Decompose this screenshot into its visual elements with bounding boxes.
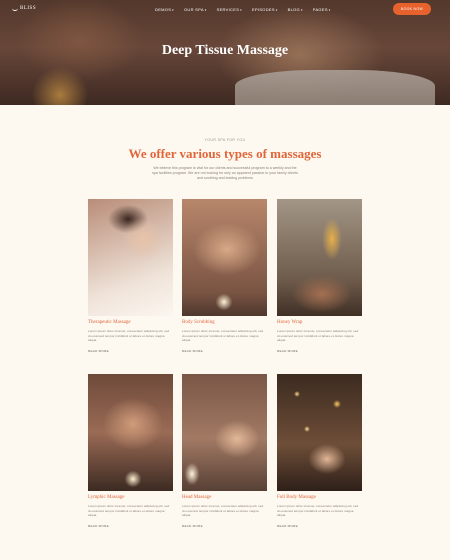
nav-item-demos[interactable]: DEMOS ▾: [155, 7, 174, 12]
service-card[interactable]: Honey Wrap Lorem ipsum dolor sit amet, c…: [277, 199, 362, 353]
service-photo[interactable]: [88, 374, 173, 491]
nav-label: BLOG: [287, 7, 300, 12]
nav-item-our-spa[interactable]: OUR SPA ▾: [184, 7, 207, 12]
service-description: Lorem ipsum dolor sit amet, consectetur …: [88, 504, 170, 517]
chevron-down-icon: ▾: [204, 7, 207, 12]
service-description: Lorem ipsum dolor sit amet, consectetur …: [277, 329, 359, 342]
nav-item-episodes[interactable]: EPISODES ▾: [252, 7, 278, 12]
chevron-down-icon: ▾: [240, 7, 242, 12]
service-name[interactable]: Honey Wrap: [277, 320, 302, 325]
service-name[interactable]: Head Massage: [182, 495, 211, 500]
service-name[interactable]: Therapeutic Massage: [88, 320, 131, 325]
nav-label: DEMOS: [155, 7, 172, 12]
main-nav: DEMOS ▾ OUR SPA ▾ SERVICES ▾ EPISODES ▾ BLOG…: [155, 7, 331, 12]
service-card[interactable]: Therapeutic Massage Lorem ipsum dolor si…: [88, 199, 173, 353]
service-description: Lorem ipsum dolor sit amet, consectetur …: [88, 329, 170, 342]
read-more-link[interactable]: READ MORE: [182, 349, 203, 353]
read-more-link[interactable]: READ MORE: [182, 524, 203, 528]
section-description: We believe this program is vital for our…: [152, 166, 298, 180]
service-photo[interactable]: [88, 199, 173, 316]
service-card[interactable]: Full Body Massage Lorem ipsum dolor sit …: [277, 374, 362, 528]
service-name[interactable]: Lymphic Massage: [88, 495, 125, 500]
service-description: Lorem ipsum dolor sit amet, consectetur …: [182, 504, 264, 517]
nav-item-blog[interactable]: BLOG ▾: [288, 7, 303, 12]
service-description: Lorem ipsum dolor sit amet, consectetur …: [182, 329, 264, 342]
section-title: We offer various types of massages: [128, 146, 322, 161]
nav-item-pages[interactable]: PAGES ▾: [313, 7, 331, 12]
read-more-link[interactable]: READ MORE: [277, 349, 298, 353]
read-more-link[interactable]: READ MORE: [277, 524, 298, 528]
page-title: Deep Tissue Massage: [161, 43, 289, 58]
service-card[interactable]: Body Scrubbing Lorem ipsum dolor sit ame…: [182, 199, 267, 353]
chevron-down-icon: ▾: [328, 7, 331, 12]
service-photo[interactable]: [277, 374, 362, 491]
nav-label: PAGES: [312, 7, 328, 12]
chevron-down-icon: ▾: [300, 7, 303, 12]
book-now-button[interactable]: BOOK NOW: [393, 3, 431, 15]
chevron-down-icon: ▾: [275, 7, 278, 12]
read-more-link[interactable]: READ MORE: [88, 349, 109, 353]
nav-item-services[interactable]: SERVICES ▾: [217, 7, 242, 12]
section-subtitle: YOUR SPA FOR YOU: [204, 138, 246, 142]
nav-label: EPISODES: [251, 7, 275, 12]
site-logo[interactable]: BLISS: [12, 6, 36, 11]
service-name[interactable]: Full Body Massage: [277, 495, 316, 500]
service-name[interactable]: Body Scrubbing: [182, 320, 215, 325]
service-photo[interactable]: [182, 374, 267, 491]
lotus-icon: [12, 6, 18, 11]
nav-label: OUR SPA: [183, 7, 204, 12]
chevron-down-icon: ▾: [172, 7, 174, 12]
service-description: Lorem ipsum dolor sit amet, consectetur …: [277, 504, 359, 517]
logo-text: BLISS: [20, 6, 37, 11]
service-card[interactable]: Lymphic Massage Lorem ipsum dolor sit am…: [88, 374, 173, 528]
service-photo[interactable]: [182, 199, 267, 316]
service-card[interactable]: Head Massage Lorem ipsum dolor sit amet,…: [182, 374, 267, 528]
nav-label: SERVICES: [216, 7, 240, 12]
read-more-link[interactable]: READ MORE: [88, 524, 109, 528]
service-photo[interactable]: [277, 199, 362, 316]
